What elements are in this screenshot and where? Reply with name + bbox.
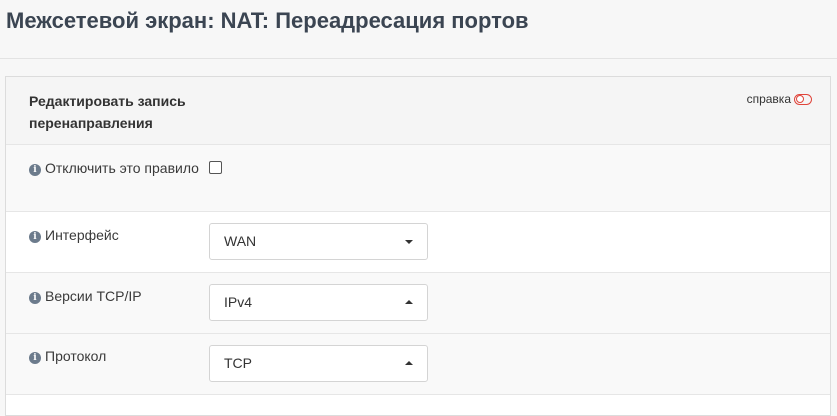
tcpip-version-selected-value: IPv4 [224, 294, 253, 310]
protocol-selected-value: TCP [224, 355, 252, 371]
page-header: Межсетевой экран: NAT: Переадресация пор… [0, 0, 837, 59]
row-protocol: i Протокол TCP [6, 334, 830, 395]
protocol-select[interactable]: TCP [209, 345, 428, 382]
row-interface: i Интерфейс WAN [6, 212, 830, 273]
disable-rule-checkbox[interactable] [209, 161, 222, 174]
help-toggle[interactable]: справка [747, 92, 812, 106]
info-icon[interactable]: i [29, 292, 41, 304]
tcpip-version-label-text: Версии TCP/IP [45, 288, 142, 304]
tcpip-version-select[interactable]: IPv4 [209, 284, 428, 321]
chevron-down-icon [405, 240, 413, 244]
interface-selected-value: WAN [224, 233, 257, 249]
toggle-off-icon [794, 93, 812, 105]
interface-label-text: Интерфейс [45, 227, 119, 243]
field-label-tcpip-version: i Версии TCP/IP [29, 285, 199, 307]
chevron-up-icon [405, 300, 413, 304]
form-section-header: Редактировать запись перенаправления спр… [6, 77, 830, 145]
info-icon[interactable]: i [29, 352, 41, 364]
help-label: справка [746, 92, 791, 106]
field-label-protocol: i Протокол [29, 345, 199, 367]
field-label-interface: i Интерфейс [29, 224, 199, 246]
info-icon[interactable]: i [29, 164, 41, 176]
row-disable-rule: i Отключить это правило [6, 145, 830, 212]
info-icon[interactable]: i [29, 231, 41, 243]
disable-label-text: Отключить это правило [45, 160, 199, 176]
protocol-label-text: Протокол [45, 348, 107, 364]
edit-form-panel: Редактировать запись перенаправления спр… [5, 76, 831, 416]
field-label-disable: i Отключить это правило [29, 157, 199, 179]
page-title: Межсетевой экран: NAT: Переадресация пор… [6, 8, 529, 33]
row-tcpip-version: i Версии TCP/IP IPv4 [6, 273, 830, 334]
chevron-up-icon [405, 361, 413, 365]
section-title: Редактировать запись перенаправления [29, 93, 186, 131]
interface-select[interactable]: WAN [209, 223, 428, 260]
